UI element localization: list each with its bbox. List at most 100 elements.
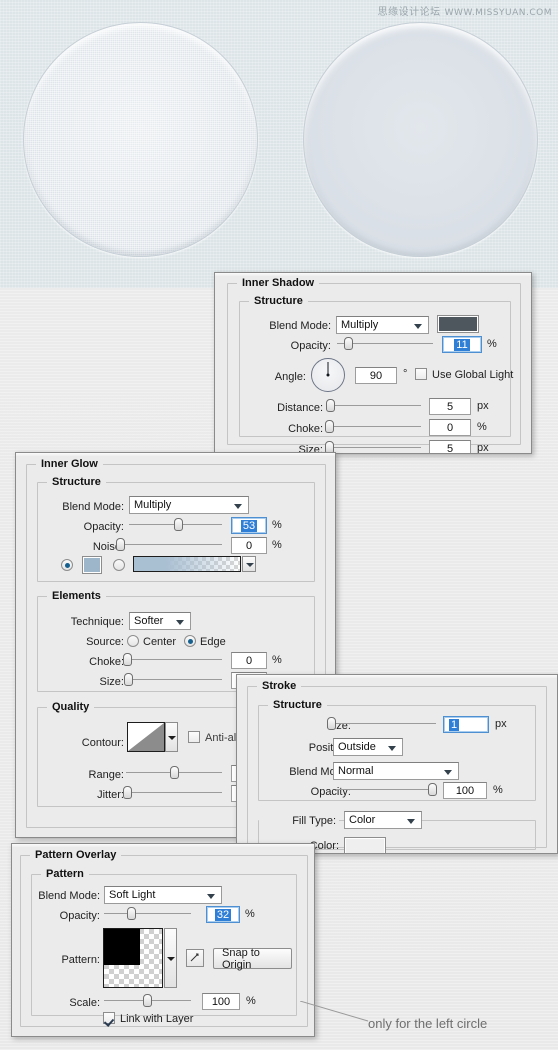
inner-glow-noise-field[interactable]: 0 [231,537,267,554]
stroke-fill-type-label: Fill Type: [259,815,339,827]
inner-glow-jitter-slider[interactable] [122,786,222,800]
pattern-overlay-pattern-picker-button[interactable] [164,928,177,988]
inner-glow-color-radio[interactable] [61,559,73,571]
inner-glow-noise-slider[interactable] [116,538,222,552]
pattern-overlay-blend-mode-value: Soft Light [109,889,156,901]
stroke-size-field[interactable]: 1 [443,716,489,733]
inner-glow-choke-slider[interactable] [122,653,222,667]
inner-shadow-choke-slider[interactable] [324,420,421,434]
link-with-layer-checkbox[interactable] [103,1012,115,1024]
inner-glow-source-edge-radio[interactable] [184,635,196,647]
inner-glow-opacity-field[interactable]: 53 [231,517,267,534]
watermark-cn: 思缘设计论坛 [377,7,441,18]
inner-shadow-size-field[interactable]: 5 [429,440,471,453]
inner-glow-contour-label: Contour: [81,737,124,749]
inner-shadow-angle-dial[interactable] [311,358,345,392]
inner-shadow-color-swatch[interactable] [437,315,479,333]
inner-glow-gradient-picker-button[interactable] [242,556,256,572]
inner-glow-gradient-preview[interactable] [133,556,241,572]
pattern-overlay-opacity-value: 32 [214,908,232,921]
stroke-blend-mode-value: Normal [338,765,374,777]
inner-glow-anti-aliased-checkbox[interactable] [188,731,200,743]
inner-shadow-distance-field[interactable]: 5 [429,398,471,415]
stroke-fill-type-select[interactable]: Color [344,811,422,829]
inner-glow-jitter-label: Jitter: [97,789,124,801]
inner-glow-gradient-radio[interactable] [113,559,125,571]
pattern-overlay-scale-label: Scale: [69,997,100,1009]
chevron-down-icon [444,770,452,775]
inner-shadow-choke-value: 0 [446,421,454,434]
snap-to-origin-label: Snap to Origin [222,946,260,971]
slider-track [104,913,191,914]
slider-thumb[interactable] [324,420,334,433]
inner-glow-blend-mode-select[interactable]: Multiply [129,496,249,514]
pattern-overlay-pattern-thumbnail[interactable] [103,928,163,988]
inner-glow-blend-mode-label: Blend Mode: [62,501,124,513]
snap-to-origin-button[interactable]: Snap to Origin [213,946,292,971]
inner-glow-contour-preview[interactable] [127,722,165,752]
pattern-overlay-opacity-field[interactable]: 32 [206,906,240,923]
inner-glow-source-center-radio[interactable] [127,635,139,647]
slider-thumb[interactable] [126,907,136,920]
inner-glow-quality-title: Quality [47,701,95,713]
stroke-opacity-value: 100 [455,784,475,797]
inner-glow-opacity-slider[interactable] [129,518,222,532]
slider-thumb[interactable] [343,337,353,350]
stroke-blend-mode-select[interactable]: Normal [333,762,459,780]
inner-glow-source-center-label: Center [143,636,177,648]
slider-track [328,447,421,448]
pattern-overlay-pattern-title: Pattern [41,868,89,880]
stroke-position-select[interactable]: Outside [333,738,403,756]
stroke-fill-type-value: Color [349,814,376,826]
slider-thumb[interactable] [123,673,133,686]
inner-glow-technique-select[interactable]: Softer [129,612,191,630]
pattern-overlay-scale-slider[interactable] [104,994,191,1008]
inner-shadow-choke-field[interactable]: 0 [429,419,471,436]
slider-track [126,659,222,660]
slider-thumb[interactable] [174,518,184,531]
stroke-opacity-field[interactable]: 100 [443,782,487,799]
inner-glow-range-slider[interactable] [126,766,222,780]
inner-shadow-distance-unit: px [477,400,489,412]
slider-thumb[interactable] [142,994,152,1007]
stroke-position-value: Outside [338,741,376,753]
inner-shadow-distance-slider[interactable] [325,399,421,413]
slider-thumb[interactable] [122,653,132,666]
pattern-overlay-opacity-slider[interactable] [104,907,191,921]
slider-thumb[interactable] [122,786,132,799]
inner-shadow-size-slider[interactable] [324,441,421,453]
slider-thumb[interactable] [428,783,438,796]
stroke-size-slider[interactable] [327,717,436,731]
stroke-opacity-slider[interactable] [336,783,438,797]
inner-glow-choke-field[interactable]: 0 [231,652,267,669]
inner-glow-range-label: Range: [88,769,124,781]
inner-shadow-dialog: Inner Shadow Structure Blend Mode: Multi… [214,272,532,454]
inner-shadow-angle-field[interactable]: 90 [355,367,397,384]
slider-thumb[interactable] [116,538,126,551]
inner-shadow-distance-value: 5 [446,400,454,413]
pattern-overlay-dialog: Pattern Overlay Pattern Blend Mode: Soft… [11,843,315,1037]
inner-shadow-opacity-value: 11 [454,338,470,351]
inner-shadow-opacity-field[interactable]: 11 [442,336,482,353]
inner-shadow-angle-label: Angle: [274,371,306,383]
inner-shadow-opacity-slider[interactable] [337,337,433,351]
use-global-light-checkbox[interactable] [415,368,427,380]
slider-thumb[interactable] [327,717,337,730]
slider-track [336,789,435,790]
dial-hub [326,373,330,377]
slider-thumb[interactable] [170,766,179,779]
inner-shadow-choke-unit: % [477,421,487,433]
inner-shadow-blend-mode-select[interactable]: Multiply [336,316,429,334]
inner-shadow-distance-label: Distance: [277,402,323,414]
pattern-overlay-scale-field[interactable]: 100 [202,993,240,1010]
pattern-overlay-blend-mode-select[interactable]: Soft Light [104,886,222,904]
stroke-color-swatch[interactable] [344,837,386,853]
stroke-title: Stroke [257,680,302,692]
inner-glow-size-label: Size: [99,676,124,688]
stroke-opacity-unit: % [493,784,503,796]
slider-thumb[interactable] [325,399,335,412]
inner-glow-size-slider[interactable] [123,673,222,687]
inner-glow-contour-picker-button[interactable] [165,722,178,752]
inner-glow-color-swatch[interactable] [82,556,102,574]
pattern-overlay-new-preset-button[interactable] [186,949,204,967]
